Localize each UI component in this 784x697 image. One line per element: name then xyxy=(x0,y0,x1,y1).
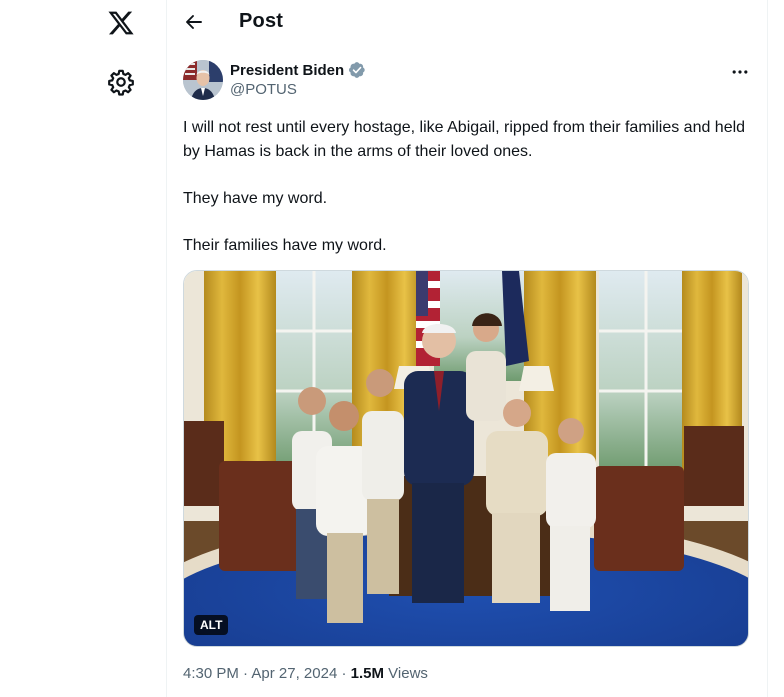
post-text: I will not rest until every hostage, lik… xyxy=(183,116,753,258)
post-meta: 4:30 PM · Apr 27, 2024 · 1.5M Views xyxy=(183,665,428,682)
author-name-row[interactable]: President Biden xyxy=(230,61,366,79)
post-detail-column: Post President Biden @POTUS I will not r… xyxy=(168,0,768,697)
page-title: Post xyxy=(239,10,284,32)
post-text-paragraph: Their families have my word. xyxy=(183,237,387,254)
verified-badge-icon[interactable] xyxy=(348,61,366,79)
more-horizontal-icon[interactable] xyxy=(728,60,752,84)
views-count: 1.5M xyxy=(350,665,384,682)
post-photo[interactable]: ALT xyxy=(183,270,749,647)
left-nav-rail xyxy=(0,0,167,697)
meta-separator: · xyxy=(341,665,347,682)
arrow-left-icon[interactable] xyxy=(182,10,206,34)
meta-separator: · xyxy=(243,665,249,682)
x-logo-icon[interactable] xyxy=(107,9,135,37)
post-header: Post xyxy=(168,0,768,44)
avatar[interactable] xyxy=(183,60,223,100)
views-label: Views xyxy=(388,665,428,682)
gear-icon[interactable] xyxy=(107,68,135,96)
alt-badge[interactable]: ALT xyxy=(194,615,229,635)
oval-office-photo xyxy=(184,271,748,646)
post-text-paragraph: I will not rest until every hostage, lik… xyxy=(183,119,746,160)
post-time[interactable]: 4:30 PM xyxy=(183,665,239,682)
author-name[interactable]: President Biden xyxy=(230,62,344,79)
post-text-paragraph: They have my word. xyxy=(183,190,328,207)
author-handle[interactable]: @POTUS xyxy=(230,81,297,98)
post-date[interactable]: Apr 27, 2024 xyxy=(251,665,337,682)
